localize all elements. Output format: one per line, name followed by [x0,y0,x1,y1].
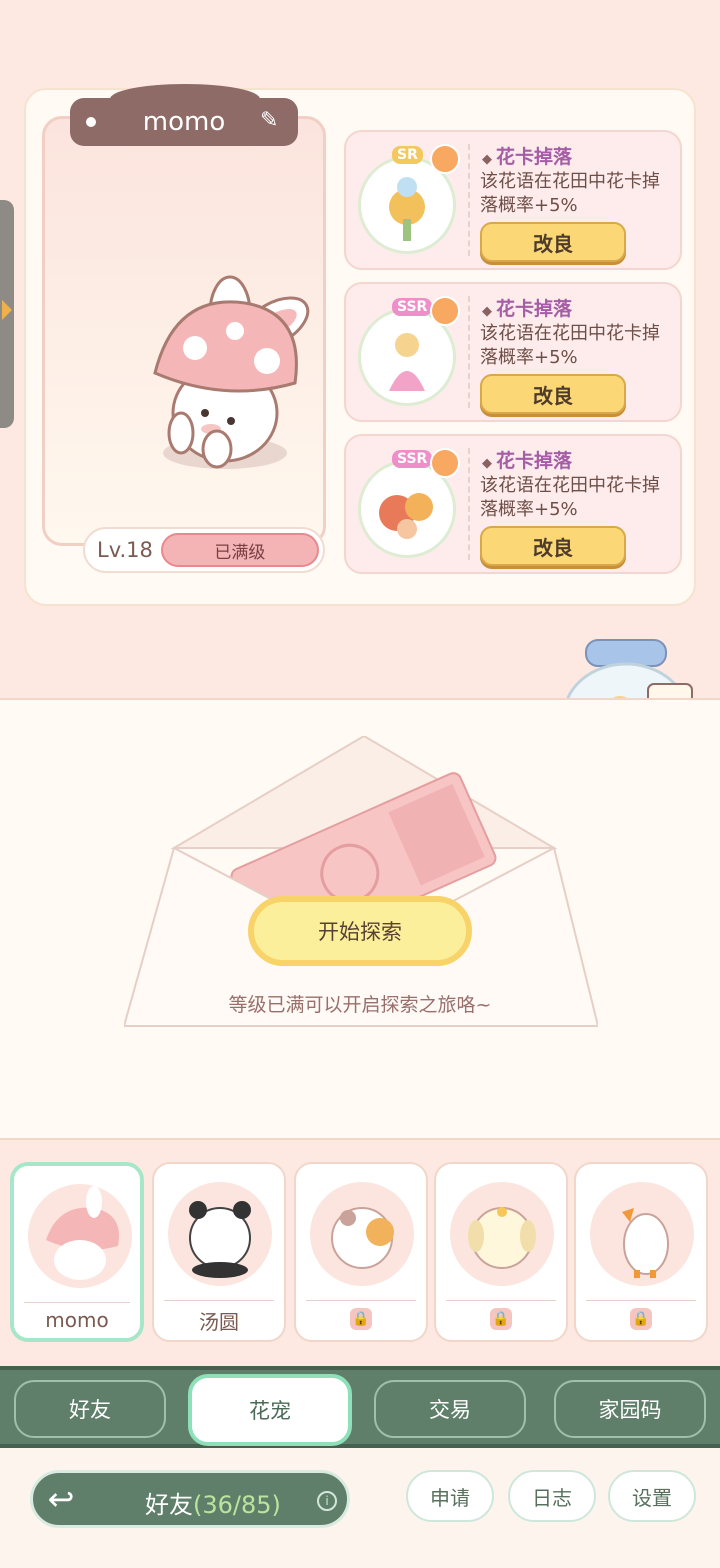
lock-icon: 🔒 [490,1308,512,1330]
divider [468,144,470,256]
pet-slot-locked[interactable]: 🔒 [434,1162,568,1342]
flower-card-desc: 该花语在花田中花卡掉落概率+5% [480,323,660,368]
divider [586,1300,696,1301]
explore-section: 开始探索 等级已满可以开启探索之旅咯~ [0,698,720,1140]
rarity-badge: SR [392,146,423,164]
chevron-right-icon [2,300,12,320]
level-text: Lv.18 [97,538,153,562]
tab-trade[interactable]: 交易 [374,1380,526,1438]
pet-slot-locked[interactable]: 🔒 [294,1162,428,1342]
flower-card-list: SR ◆ 花卡掉落 该花语在花田中花卡掉落概率+5% 改良 SSR ◆ 花卡掉落 该… [344,130,684,586]
bullet-icon [86,117,96,127]
rarity-badge: SSR [392,298,433,316]
tab-home-code[interactable]: 家园码 [554,1380,706,1438]
lock-icon: 🔒 [630,1308,652,1330]
friends-title: 好友(36/85) [145,1491,281,1519]
swap-icon[interactable] [430,144,460,174]
improve-button[interactable]: 改良 [480,374,626,414]
divider [468,296,470,408]
log-button[interactable]: 日志 [508,1470,596,1522]
friends-panel[interactable]: ↩ 好友(36/85) i [30,1470,350,1528]
bottom-bar: ↩ 好友(36/85) i 申请 日志 设置 [0,1448,720,1568]
flower-card: SSR ◆ 花卡掉落 该花语在花田中花卡掉落概率+5% 改良 [344,434,682,574]
flower-card: SR ◆ 花卡掉落 该花语在花田中花卡掉落概率+5% 改良 [344,130,682,270]
pet-slot-label: 汤圆 [199,1310,239,1334]
tab-bar: 好友 花宠 交易 家园码 [0,1366,720,1448]
settings-button[interactable]: 设置 [608,1470,696,1522]
divider [468,448,470,560]
pet-slot-tangyuan[interactable]: 汤圆 [152,1162,286,1342]
divider [306,1300,416,1301]
flower-card-desc: 该花语在花田中花卡掉落概率+5% [480,475,660,520]
explore-hint: 等级已满可以开启探索之旅咯~ [228,994,492,1016]
diamond-icon: ◆ [482,152,492,167]
pet-illustration [153,275,310,469]
cat-icon [310,1182,414,1286]
flower-card-desc: 该花语在花田中花卡掉落概率+5% [480,171,660,216]
level-bar: Lv.18 已满级 [83,527,325,573]
divider [24,1302,130,1303]
pet-slot-locked[interactable]: 🔒 [574,1162,708,1342]
rarity-badge: SSR [392,450,433,468]
pet-slot-label: momo [45,1308,109,1332]
apply-button[interactable]: 申请 [406,1470,494,1522]
envelope-illustration [124,736,598,1027]
improve-button[interactable]: 改良 [480,222,626,262]
pet-selector: momo 汤圆 🔒 🔒 🔒 [0,1142,720,1364]
flower-card-title: ◆ 花卡掉落 [482,450,573,472]
max-level-badge: 已满级 [160,533,319,567]
pet-slot-momo[interactable]: momo [10,1162,144,1342]
diamond-icon: ◆ [482,304,492,319]
edit-icon[interactable]: ✎ [260,108,286,134]
improve-button[interactable]: 改良 [480,526,626,566]
side-drawer-handle[interactable] [0,200,14,428]
swap-icon[interactable] [430,296,460,326]
pet-name-plate: momo ✎ [70,84,298,146]
diamond-icon: ◆ [482,456,492,471]
info-icon[interactable]: i [317,1491,337,1511]
puppy-icon [450,1182,554,1286]
start-explore-button[interactable]: 开始探索 [248,896,472,966]
bunny-mushroom-icon [28,1184,132,1288]
tab-friends[interactable]: 好友 [14,1380,166,1438]
duck-icon [590,1182,694,1286]
pet-detail-panel: Lv.18 已满级 momo ✎ SR ◆ 花卡掉落 该花语在花田中花卡掉落概率+… [24,84,696,606]
swap-icon[interactable] [430,448,460,478]
panda-icon [168,1182,272,1286]
divider [446,1300,556,1301]
back-icon[interactable]: ↩ [39,1479,83,1523]
flower-card-title: ◆ 花卡掉落 [482,146,573,168]
divider [164,1300,274,1301]
tab-flower-pets[interactable]: 花宠 [188,1374,352,1446]
pet-name: momo [142,107,226,137]
friends-count: (36/85) [193,1491,281,1519]
flower-card-title: ◆ 花卡掉落 [482,298,573,320]
lock-icon: 🔒 [350,1308,372,1330]
pet-frame: Lv.18 已满级 [42,116,326,573]
flower-card: SSR ◆ 花卡掉落 该花语在花田中花卡掉落概率+5% 改良 [344,282,682,422]
